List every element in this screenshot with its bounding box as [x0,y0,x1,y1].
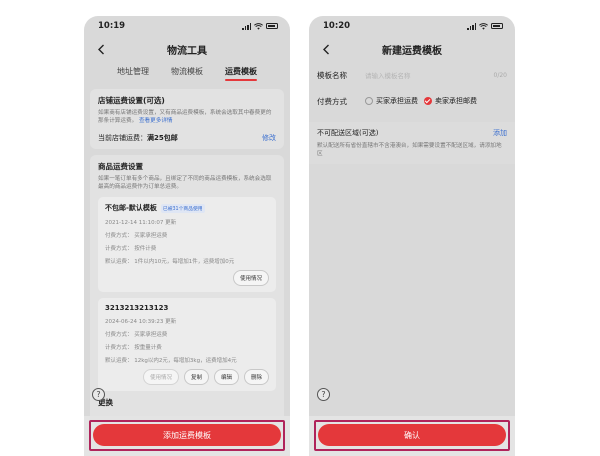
template-billing-method: 计费方式： 按重量计费 [105,345,162,351]
edit-shop-freight-link[interactable]: 修改 [262,133,276,143]
back-chevron-icon[interactable] [94,42,108,56]
edit-button[interactable]: 编辑 [213,369,239,385]
back-chevron-icon[interactable] [319,42,333,56]
page-title: 物流工具 [167,45,207,57]
template-billing-method: 计费方式： 按件计费 [105,246,157,252]
template-item: 3213213213123 2024-06-24 10:39:23 更新 付费方… [98,298,276,391]
usage-button[interactable]: 使用情况 [232,270,269,286]
goods-freight-desc: 如果一笔订单有多个商品，且绑定了不同的商品运费模板，系统会选取最高的商品运费作为… [98,176,272,190]
shop-current-row: 当前店铺运费：满25包邮 修改 [98,133,276,143]
usage-button[interactable]: 使用情况 [142,369,179,385]
current-freight-value: 满25包邮 [147,134,178,142]
template-default-freight: 默认运费： 12kg以内2元，每增加3kg，运费增加4元 [105,358,237,364]
no-delivery-area-title: 不可配送区域(可选) [317,129,379,137]
usage-badge: 已被31个商品使用 [160,203,205,213]
goods-freight-title: 商品运费设置 [98,162,143,171]
left-phone-screen: 10:19 物流工具 地址管理 物流模板 运费模板 店铺运费设置(可选) 如果商… [84,16,290,456]
pay-method-label: 付费方式 [317,96,347,106]
buyer-pays-option[interactable]: 买家承担运费 [365,96,418,106]
delete-button[interactable]: 删除 [243,369,269,385]
pay-method-row: 付费方式 买家承担运费 卖家承担邮费 [309,90,515,112]
add-area-link[interactable]: 添加 [493,128,507,138]
template-name-label: 模板名称 [317,70,347,80]
template-default-freight: 默认运费： 1件以内10元，每增加1件，运费增加0元 [105,259,235,265]
template-item: 不包邮-默认模板 已被31个商品使用 2021-12-14 11:10:07 更… [98,197,276,292]
no-delivery-area-desc: 默认配送所有省份直辖市不含港澳台，如果需要设置不配送区域，请添加地区 [317,143,502,157]
more-details-link[interactable]: 查看更多详情 [139,118,173,124]
current-freight-label: 当前店铺运费： [98,134,147,142]
battery-icon [491,23,503,29]
tab-logistics-template[interactable]: 物流模板 [171,66,203,80]
wifi-icon [479,22,488,30]
seller-pays-option[interactable]: 卖家承担邮费 [424,96,477,106]
char-counter: 0/20 [493,71,507,79]
no-delivery-area-section: 不可配送区域(可选) 添加 默认配送所有省份直辖市不含港澳台，如果需要设置不配送… [309,122,515,164]
nav-bar: 新建运费模板 [309,36,515,62]
tab-bar: 地址管理 物流模板 运费模板 [84,62,290,84]
system-icons [467,22,503,30]
bottom-action-bar: 确认 [309,416,515,456]
template-updated: 2021-12-14 11:10:07 更新 [105,220,177,226]
radio-unchecked-icon [365,97,373,105]
page-title: 新建运费模板 [382,45,442,57]
status-bar: 10:20 [309,16,515,36]
signal-icon [242,22,251,30]
system-icons [242,22,278,30]
highlight-frame [89,420,285,451]
help-icon[interactable]: ? [92,388,105,401]
radio-checked-icon [424,97,432,105]
partial-template-title: 更换 [98,398,113,407]
template-updated: 2024-06-24 10:39:23 更新 [105,319,177,325]
help-icon[interactable]: ? [317,388,330,401]
status-time: 10:19 [98,21,126,31]
template-pay-method: 付费方式： 买家承担运费 [105,233,168,239]
template-pay-method: 付费方式： 买家承担运费 [105,332,168,338]
battery-icon [266,23,278,29]
bottom-action-bar: 添加运费模板 [84,416,290,456]
status-bar: 10:19 [84,16,290,36]
template-name-row: 模板名称 请输入模板名称 0/20 [309,64,515,86]
nav-bar: 物流工具 [84,36,290,62]
right-phone-screen: 10:20 新建运费模板 模板名称 请输入模板名称 0/20 付费方式 买家承担… [309,16,515,456]
status-time: 10:20 [323,21,351,31]
template-name-input[interactable]: 请输入模板名称 [365,70,494,80]
signal-icon [467,22,476,30]
goods-freight-card: 商品运费设置 如果一笔订单有多个商品，且绑定了不同的商品运费模板，系统会选取最高… [90,155,284,425]
template-name: 不包邮-默认模板 [105,204,157,212]
shop-freight-title: 店铺运费设置(可选) [98,96,165,105]
shop-freight-card: 店铺运费设置(可选) 如果商有店铺运费设置，又有商品运费模板，系统会选取其中春费… [90,89,284,149]
template-name: 3213213213123 [105,304,169,312]
wifi-icon [254,22,263,30]
highlight-frame [314,420,510,451]
shop-freight-desc: 如果商有店铺运费设置，又有商品运费模板，系统会选取其中春费更的那条计算运费。 查… [98,110,272,124]
copy-button[interactable]: 复制 [183,369,209,385]
tab-freight-template[interactable]: 运费模板 [225,66,257,81]
tab-address[interactable]: 地址管理 [117,66,149,80]
